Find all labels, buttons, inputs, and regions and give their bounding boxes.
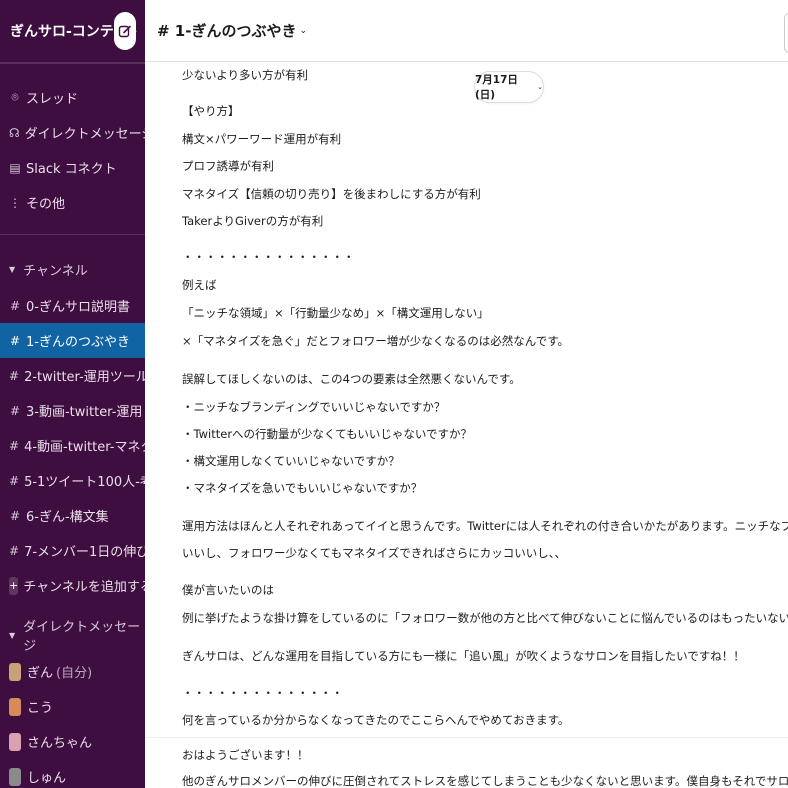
sidebar-item-channel-2[interactable]: # 2-twitter-運用ツール <box>0 358 145 393</box>
message-line: ・ニッチなブランディングでいいじゃないですか？ <box>182 400 446 414</box>
dm-label: さんちゃん <box>27 736 93 751</box>
channel-label: 5-1ツイート100人-考察 <box>24 475 145 490</box>
compose-button[interactable] <box>114 12 136 50</box>
message-line: いいし、フォロワー少なくてもマネタイズできればさらにカッコいいし、、 <box>182 546 566 560</box>
message-line: 運用方法はほんと人それぞれあってイイと思うんです。Twitterには人それぞれの… <box>182 519 788 533</box>
message-line: 他のぎんサロメンバーの伸びに圧倒されてストレスを感じてしまうことも少なくないと思… <box>182 774 788 788</box>
sidebar-item-more[interactable]: ⋮ その他 <box>0 185 145 220</box>
sidebar-item-channel-5[interactable]: # 5-1ツイート100人-考察 <box>0 463 145 498</box>
message-line: TakerよりGiverの方が有利 <box>182 214 324 228</box>
message-line: 構文×パワーワード運用が有利 <box>182 132 342 146</box>
sidebar-item-threads[interactable]: ⌾ スレッド <box>0 80 145 115</box>
sidebar-item-channel-6[interactable]: # 6-ぎん-構文集 <box>0 498 145 533</box>
channels-section-label: チャンネル <box>23 263 88 279</box>
sidebar-divider <box>0 234 145 235</box>
message-list: 少ないより多い方が有利 7月17日 (日) ⌄ 【やり方】 構文×パワーワード運… <box>145 62 788 788</box>
sidebar-item-slack-connect[interactable]: ▤ Slack コネクト <box>0 150 145 185</box>
message-separator <box>145 737 788 738</box>
hash-icon: # <box>9 473 20 488</box>
message-line: ・構文運用しなくていいじゃないですか？ <box>182 454 400 468</box>
channel-label: 3-動画-twitter-運用 <box>26 405 143 420</box>
avatar <box>9 767 21 786</box>
sidebar-item-channel-1[interactable]: # 1-ぎんのつぶやき <box>0 323 145 358</box>
sidebar-item-label: Slack コネクト <box>26 162 117 177</box>
channel-label: 0-ぎんサロ説明書 <box>26 300 130 315</box>
main-pane: # 1-ぎんのつぶやき ⌄ 少ないより多い方が有利 7月17日 (日) ⌄ 【や… <box>145 0 788 788</box>
sidebar-item-dm-2[interactable]: さんちゃん <box>0 724 145 759</box>
self-tag: (自分) <box>56 666 93 681</box>
message-line: 【やり方】 <box>182 104 240 118</box>
dm-section-header[interactable]: ▼ ダイレクトメッセージ <box>0 620 145 654</box>
channel-label: 6-ぎん-構文集 <box>26 510 109 525</box>
hash-icon: # <box>9 438 20 453</box>
sidebar-item-channel-7[interactable]: # 7-メンバー1日の伸び数 <box>0 533 145 568</box>
header-action-button[interactable] <box>784 13 788 53</box>
channel-label: 4-動画-twitter-マネタイズ <box>24 440 145 455</box>
channel-title[interactable]: # 1-ぎんのつぶやき <box>157 20 296 41</box>
message-line: ・Twitterへの行動量が少なくてもいいじゃないですか？ <box>182 427 473 441</box>
compose-icon <box>118 25 131 38</box>
message-line: マネタイズ【信頼の切り売り】を後まわしにする方が有利 <box>182 187 481 201</box>
sidebar-divider <box>0 63 145 64</box>
add-channel-label: チャンネルを追加する <box>23 580 145 595</box>
avatar <box>9 732 21 751</box>
message-line: 「ニッチな領域」×「行動量少なめ」×「構文運用しない」 <box>182 306 489 320</box>
message-line: ・マネタイズを急いでもいいじゃないですか？ <box>182 481 423 495</box>
plus-icon: + <box>9 576 19 595</box>
channel-label: 1-ぎんのつぶやき <box>26 335 130 350</box>
date-divider-button[interactable]: 7月17日 (日) ⌄ <box>474 71 544 103</box>
message-line: ・・・・・・・・・・・・・・ <box>182 686 343 700</box>
sidebar-item-dm-1[interactable]: こう <box>0 689 145 724</box>
more-vertical-icon: ⋮ <box>9 195 21 210</box>
message-line: ×「マネタイズを急ぐ」だとフォロワー増が少なくなるのは必然なんです。 <box>182 334 570 348</box>
channel-label: 2-twitter-運用ツール <box>24 370 145 385</box>
hash-icon: # <box>9 368 20 383</box>
sidebar-item-dm-0[interactable]: ぎん (自分) <box>0 654 145 689</box>
hash-icon: # <box>9 298 21 313</box>
avatar <box>9 662 21 681</box>
sidebar-item-label: ダイレクトメッセージ <box>24 127 145 142</box>
channel-label: 7-メンバー1日の伸び数 <box>24 545 145 560</box>
caret-down-icon: ▼ <box>9 264 16 274</box>
chevron-down-icon[interactable]: ⌄ <box>299 26 307 36</box>
message-line: 例に挙げたような掛け算をしているのに「フォロワー数が他の方と比べて伸びないことに… <box>182 611 788 625</box>
channels-section-header[interactable]: ▼ チャンネル <box>0 254 145 284</box>
date-label: 7月17日 (日) <box>475 74 518 101</box>
dm-label: こう <box>27 701 54 716</box>
sidebar-item-channel-3[interactable]: # 3-動画-twitter-運用 <box>0 393 145 428</box>
workspace-name[interactable]: ぎんサロ-コンテ… <box>10 21 128 41</box>
sidebar-item-channel-0[interactable]: # 0-ぎんサロ説明書 <box>0 288 145 323</box>
channel-header: # 1-ぎんのつぶやき ⌄ <box>145 0 788 62</box>
dm-icon: ☊ <box>9 125 20 140</box>
add-channel-button[interactable]: + チャンネルを追加する <box>0 568 145 603</box>
avatar <box>9 697 21 716</box>
sidebar-item-dm-3[interactable]: しゅん <box>0 759 145 788</box>
message-line: 何を言っているか分からなくなってきたのでここらへんでやめておきます。 <box>182 713 570 727</box>
sidebar-item-direct-messages[interactable]: ☊ ダイレクトメッセージ <box>0 115 145 150</box>
message-line: 誤解してほしくないのは、この4つの要素は全然悪くないんです。 <box>182 372 521 386</box>
message-line: 少ないより多い方が有利 <box>182 68 309 82</box>
sidebar-item-label: スレッド <box>26 92 79 107</box>
slack-connect-icon: ▤ <box>9 160 21 175</box>
sidebar-item-label: その他 <box>26 197 66 212</box>
message-line: おはようございます！！ <box>182 748 309 762</box>
hash-icon: # <box>9 333 21 348</box>
message-line: ・・・・・・・・・・・・・・・ <box>182 250 355 264</box>
hash-icon: # <box>9 508 21 523</box>
message-line: ぎんサロは、どんな運用を目指している方にも一様に「追い風」が吹くようなサロンを目… <box>182 649 745 663</box>
message-line: 僕が言いたいのは <box>182 583 274 597</box>
message-line: 例えば <box>182 278 217 292</box>
dm-section-label: ダイレクトメッセージ <box>23 620 141 654</box>
sidebar-item-channel-4[interactable]: # 4-動画-twitter-マネタイズ <box>0 428 145 463</box>
dm-label: しゅん <box>27 771 67 786</box>
sidebar: ぎんサロ-コンテ… ⌄ ⌾ スレッド ☊ ダイレクトメッセージ ▤ Slack … <box>0 0 145 788</box>
message-line: プロフ誘導が有利 <box>182 159 274 173</box>
chevron-down-icon: ⌄ <box>537 83 543 91</box>
hash-icon: # <box>9 543 20 558</box>
dm-label: ぎん <box>27 666 54 681</box>
hash-icon: # <box>9 403 21 418</box>
caret-down-icon: ▼ <box>9 630 16 640</box>
threads-icon: ⌾ <box>11 90 19 104</box>
